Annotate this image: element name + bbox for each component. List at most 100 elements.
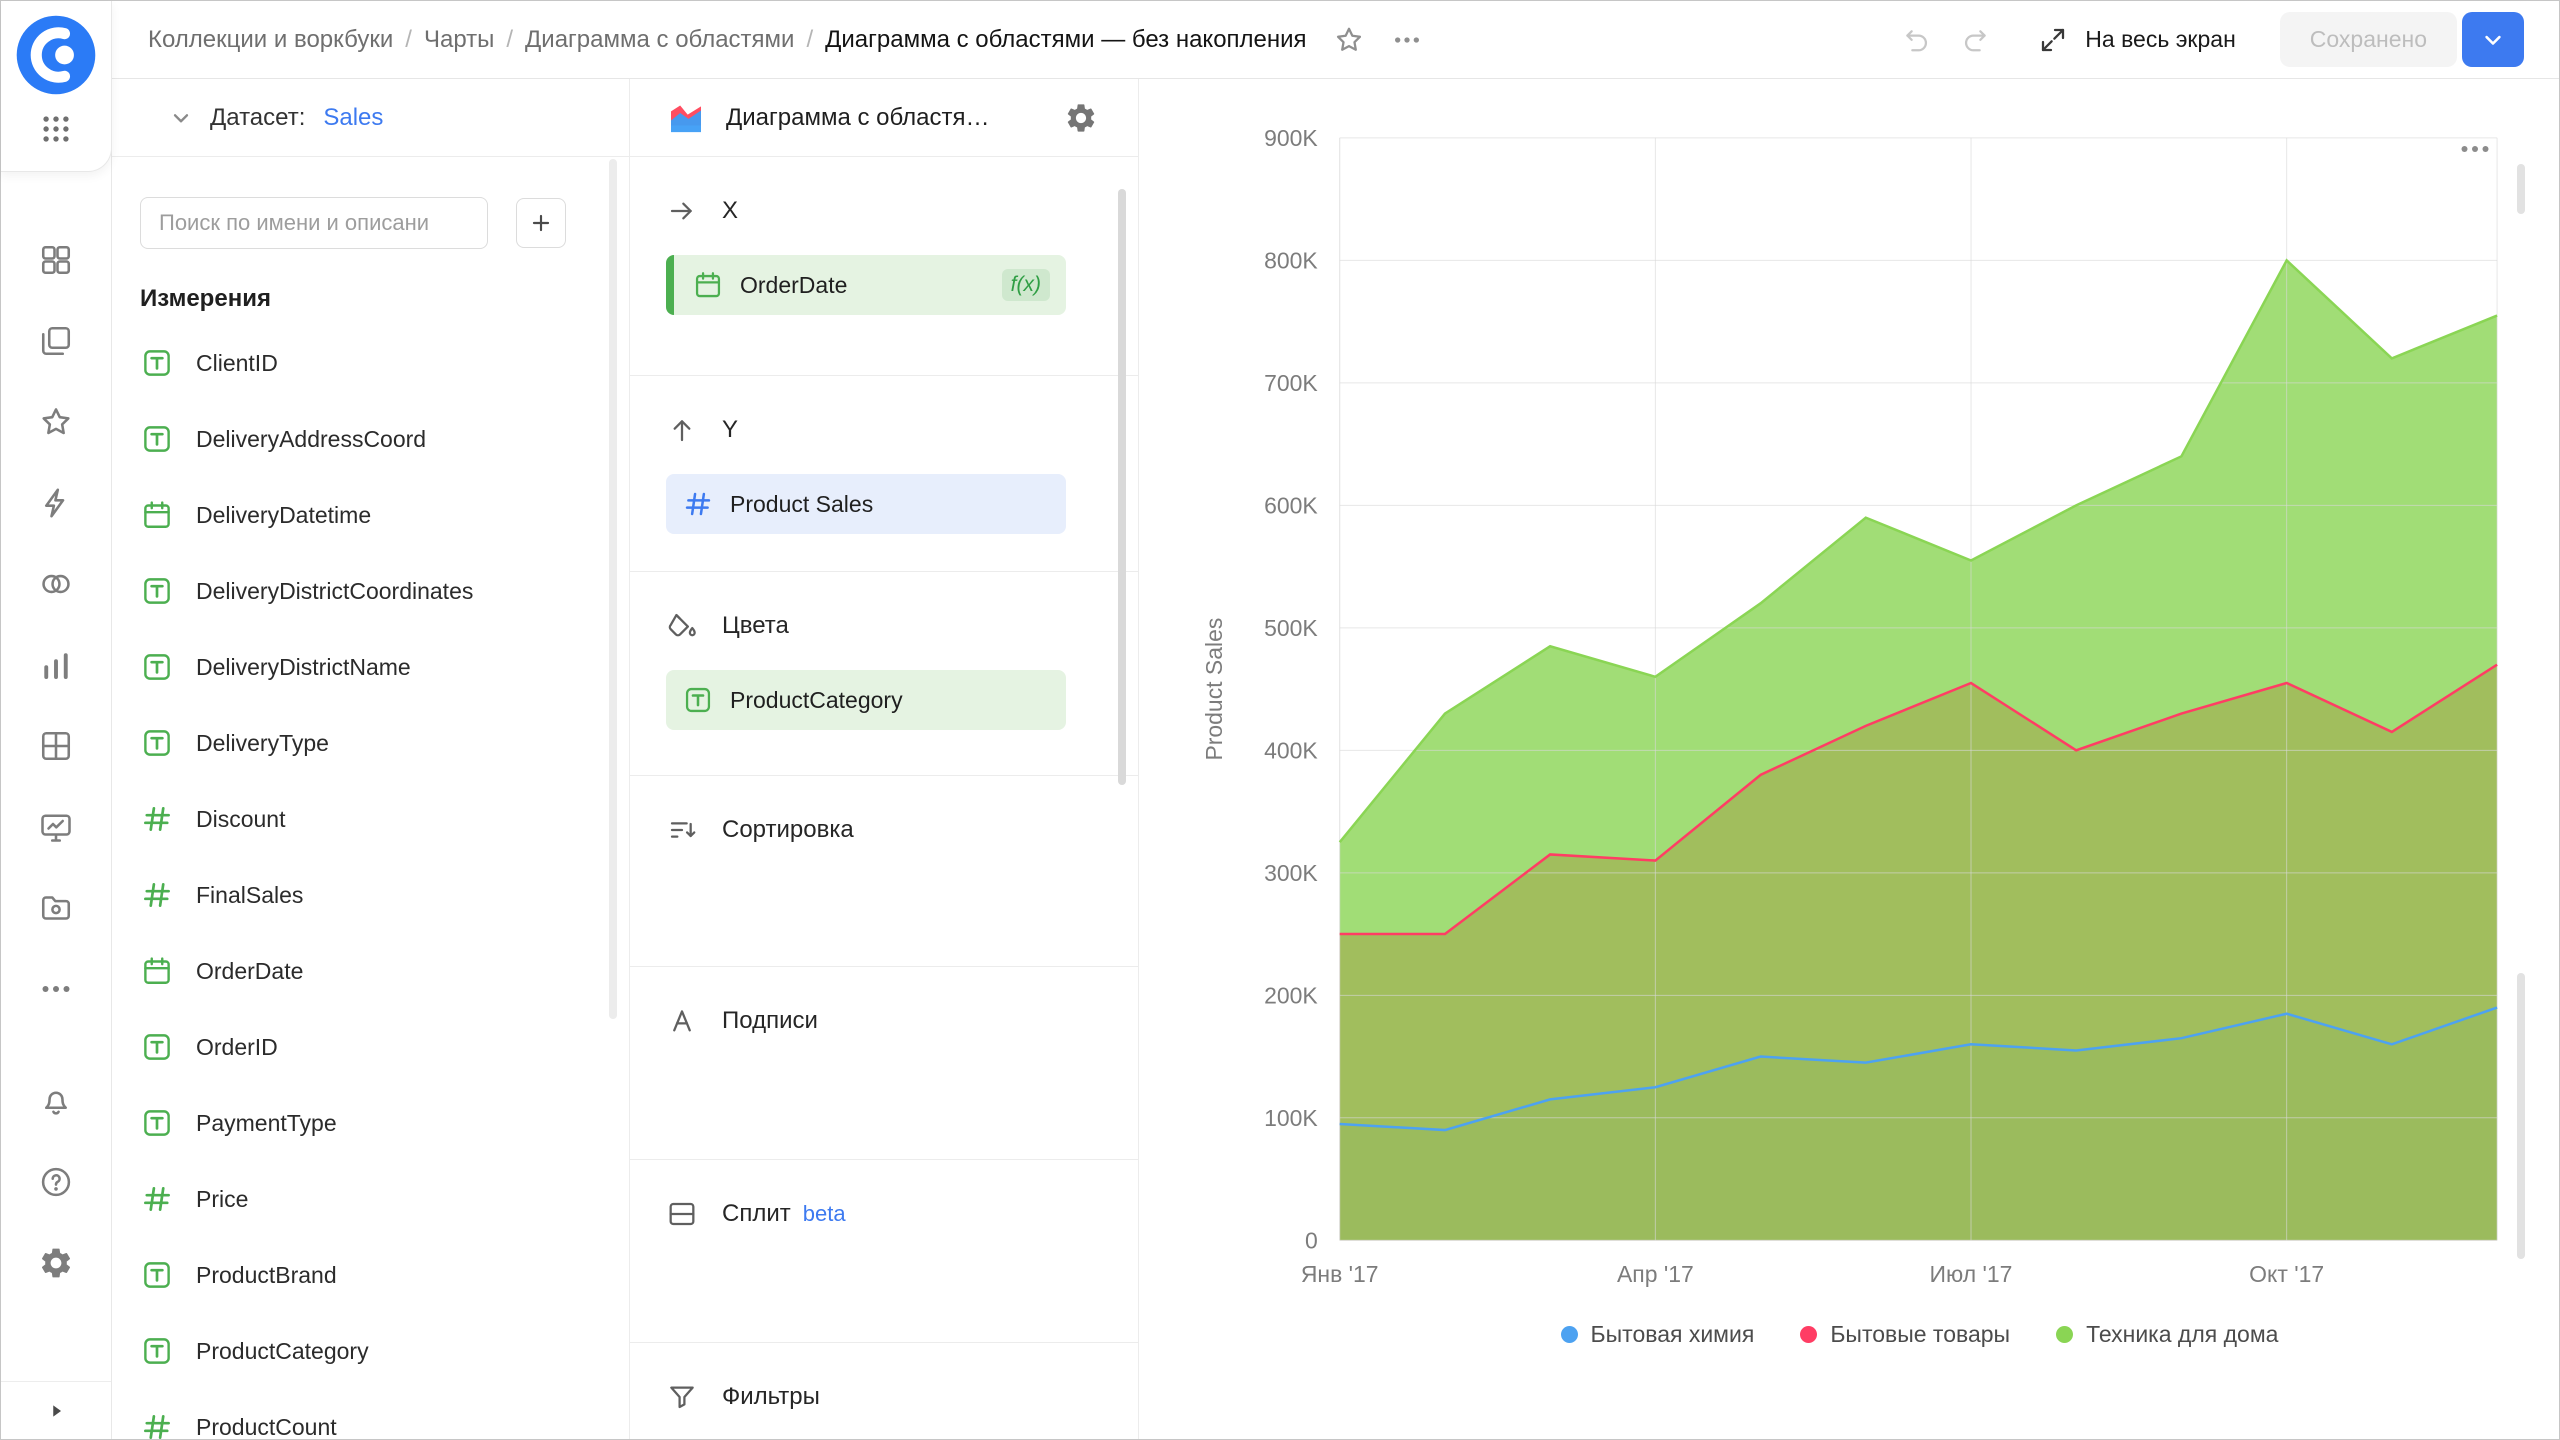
chart-scrollbar-thumb-top[interactable] — [2517, 164, 2525, 214]
section-header-y: Y — [666, 408, 1102, 452]
chart-settings-gear-icon[interactable] — [1064, 101, 1098, 135]
field-label: ProductBrand — [196, 1262, 337, 1289]
config-section-filters: Фильтры — [630, 1343, 1138, 1439]
rail-logo-block — [1, 1, 112, 172]
apps-grid-icon[interactable] — [39, 112, 73, 146]
rail-settings-icon[interactable] — [38, 1245, 74, 1281]
section-header-x: X — [666, 189, 1102, 233]
favorite-star-icon[interactable] — [1333, 24, 1365, 56]
config-section-labels: Подписи — [630, 967, 1138, 1160]
field-label: DeliveryType — [196, 730, 329, 757]
config-field-orderdate[interactable]: OrderDatef(x) — [666, 255, 1066, 315]
label-a-icon — [666, 1005, 698, 1037]
fullscreen-label[interactable]: На весь экран — [2085, 26, 2236, 53]
legend-item-бытовые-товары[interactable]: Бытовые товары — [1800, 1321, 2010, 1348]
field-type-number-icon — [140, 1410, 174, 1439]
rail-tables-icon[interactable] — [38, 728, 74, 764]
field-type-number-icon — [140, 878, 174, 912]
field-label: ClientID — [196, 350, 278, 377]
field-type-string-icon — [140, 1258, 174, 1292]
rail-queries-icon[interactable] — [38, 566, 74, 602]
rail-help-icon[interactable] — [38, 1164, 74, 1200]
field-item-discount[interactable]: Discount — [112, 781, 629, 857]
split-icon — [666, 1198, 698, 1230]
undo-icon[interactable] — [1901, 24, 1933, 56]
rail-storage-icon[interactable] — [38, 890, 74, 926]
config-field-productcategory[interactable]: ProductCategory — [666, 670, 1066, 730]
rail-editor-icon[interactable] — [38, 485, 74, 521]
breadcrumb-item[interactable]: Чарты — [424, 26, 494, 54]
svg-text:Окт '17: Окт '17 — [2249, 1261, 2324, 1287]
field-item-deliverydatetime[interactable]: DeliveryDatetime — [112, 477, 629, 553]
field-label: PaymentType — [196, 1110, 337, 1137]
rail-notifications-icon[interactable] — [38, 1083, 74, 1119]
chart-scrollbar-thumb[interactable] — [2517, 973, 2525, 1259]
pill-label: OrderDate — [740, 272, 847, 299]
redo-icon[interactable] — [1959, 24, 1991, 56]
rail-more-icon[interactable] — [38, 971, 74, 1007]
dataset-collapse-icon[interactable] — [168, 105, 194, 131]
config-sections: XOrderDatef(x)YProduct SalesЦветаProduct… — [630, 157, 1138, 1439]
svg-text:0: 0 — [1305, 1227, 1318, 1253]
field-item-clientid[interactable]: ClientID — [112, 325, 629, 401]
field-item-deliverydistrictname[interactable]: DeliveryDistrictName — [112, 629, 629, 705]
beta-badge: beta — [803, 1201, 846, 1227]
fullscreen-icon[interactable] — [2037, 24, 2069, 56]
field-type-date-icon — [692, 269, 724, 301]
saved-button[interactable]: Сохранено — [2280, 12, 2457, 67]
svg-text:800K: 800K — [1264, 247, 1318, 273]
svg-text:200K: 200K — [1264, 982, 1318, 1008]
field-label: FinalSales — [196, 882, 303, 909]
dataset-header: Датасет: Sales — [112, 79, 629, 157]
workspace-body: Датасет: Sales Измерения ClientIDDeliver… — [112, 79, 2559, 1439]
expand-rail-button[interactable] — [1, 1381, 111, 1439]
add-field-button[interactable] — [516, 198, 566, 248]
rail-items — [38, 242, 74, 1007]
save-dropdown-button[interactable] — [2462, 12, 2524, 67]
field-item-paymenttype[interactable]: PaymentType — [112, 1085, 629, 1161]
legend-item-техника-для-дома[interactable]: Техника для дома — [2056, 1321, 2278, 1348]
field-item-orderid[interactable]: OrderID — [112, 1009, 629, 1085]
field-type-number-icon — [682, 488, 714, 520]
field-item-deliverydistrictcoordinates[interactable]: DeliveryDistrictCoordinates — [112, 553, 629, 629]
rail-collections-icon[interactable] — [38, 323, 74, 359]
config-scrollbar[interactable] — [1118, 189, 1126, 785]
chart-menu-icon[interactable] — [2457, 131, 2493, 167]
field-label: DeliveryDatetime — [196, 502, 371, 529]
section-header-filters: Фильтры — [666, 1375, 1102, 1419]
breadcrumb-item[interactable]: Диаграмма с областями — [525, 26, 794, 54]
more-actions-icon[interactable] — [1391, 24, 1423, 56]
field-item-productcount[interactable]: ProductCount — [112, 1389, 629, 1439]
svg-text:600K: 600K — [1264, 492, 1318, 518]
field-item-deliverytype[interactable]: DeliveryType — [112, 705, 629, 781]
area-chart-type-icon[interactable] — [666, 98, 706, 138]
section-label: X — [722, 197, 738, 225]
field-label: OrderDate — [196, 958, 303, 985]
legend-item-бытовая-химия[interactable]: Бытовая химия — [1561, 1321, 1755, 1348]
breadcrumb-item[interactable]: Коллекции и воркбуки — [148, 26, 393, 54]
section-label: Сортировка — [722, 816, 854, 844]
dataset-scrollbar[interactable] — [609, 159, 617, 1019]
rail-widgets-icon[interactable] — [38, 242, 74, 278]
field-item-deliveryaddresscoord[interactable]: DeliveryAddressCoord — [112, 401, 629, 477]
breadcrumb-separator: / — [405, 26, 412, 54]
field-type-string-icon — [140, 574, 174, 608]
rail-favorites-icon[interactable] — [38, 404, 74, 440]
field-label: DeliveryDistrictName — [196, 654, 411, 681]
rail-charts-icon[interactable] — [38, 647, 74, 683]
legend-label: Бытовые товары — [1830, 1321, 2010, 1348]
field-type-string-icon — [140, 346, 174, 380]
field-item-productcategory[interactable]: ProductCategory — [112, 1313, 629, 1389]
field-item-price[interactable]: Price — [112, 1161, 629, 1237]
svg-text:900K: 900K — [1264, 125, 1318, 151]
svg-text:400K: 400K — [1264, 737, 1318, 763]
config-field-product-sales[interactable]: Product Sales — [666, 474, 1066, 534]
field-item-productbrand[interactable]: ProductBrand — [112, 1237, 629, 1313]
rail-dashboards-icon[interactable] — [38, 809, 74, 845]
datalens-logo-icon[interactable] — [15, 14, 97, 96]
field-item-finalsales[interactable]: FinalSales — [112, 857, 629, 933]
field-search-input[interactable] — [140, 197, 488, 249]
field-type-string-icon — [140, 422, 174, 456]
field-item-orderdate[interactable]: OrderDate — [112, 933, 629, 1009]
dataset-name-link[interactable]: Sales — [323, 104, 383, 132]
